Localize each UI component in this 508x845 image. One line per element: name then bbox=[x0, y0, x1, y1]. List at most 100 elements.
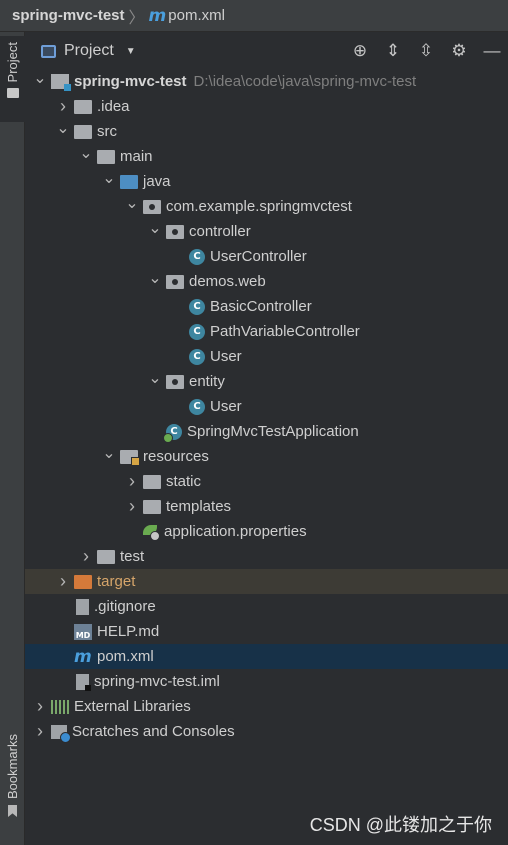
breadcrumb: spring-mvc-test 〉 m pom.xml bbox=[0, 0, 508, 32]
tree-row[interactable]: ›.gitignore bbox=[25, 594, 508, 619]
folder-icon bbox=[143, 499, 161, 514]
chevron-right-icon[interactable]: › bbox=[125, 496, 139, 516]
tree-row[interactable]: ⌄ controller bbox=[25, 219, 508, 244]
panel-title[interactable]: Project bbox=[64, 42, 114, 60]
tree-row[interactable]: ⌄ com.example.springmvctest bbox=[25, 194, 508, 219]
bookmarks-tool-tab[interactable]: Bookmarks bbox=[0, 734, 25, 817]
tree-row[interactable]: ›CUserController bbox=[25, 244, 508, 269]
expand-all-icon[interactable]: ⇕ bbox=[383, 41, 403, 61]
tree-row[interactable]: ›CUser bbox=[25, 344, 508, 369]
chevron-right-icon[interactable]: › bbox=[125, 471, 139, 491]
package-icon bbox=[166, 374, 184, 389]
tree-item-label: HELP.md bbox=[97, 623, 160, 640]
package-icon bbox=[166, 274, 184, 289]
chevron-down-icon[interactable]: ⌄ bbox=[148, 370, 162, 387]
tree-row[interactable]: ›CBasicController bbox=[25, 294, 508, 319]
tree-row[interactable]: › .idea bbox=[25, 94, 508, 119]
tree-row[interactable]: ›MDHELP.md bbox=[25, 619, 508, 644]
tree-row[interactable]: ⌄ main bbox=[25, 144, 508, 169]
class-icon: C bbox=[189, 323, 205, 340]
panel-toolbar: ⊕ ⇕ ⇳ ⚙ — bbox=[350, 32, 502, 70]
chevron-down-icon[interactable]: ⌄ bbox=[79, 145, 93, 162]
chevron-down-icon[interactable]: ⌄ bbox=[148, 220, 162, 237]
tree-row[interactable]: ⌄ resources bbox=[25, 444, 508, 469]
tree-item-label: resources bbox=[143, 448, 209, 465]
tree-row[interactable]: › Scratches and Consoles bbox=[25, 719, 508, 744]
spring-boot-class-icon: C bbox=[163, 423, 182, 443]
chevron-right-icon[interactable]: › bbox=[56, 571, 70, 591]
tree-item-label: application.properties bbox=[164, 523, 307, 540]
module-icon bbox=[51, 74, 71, 91]
tree-row[interactable]: › static bbox=[25, 469, 508, 494]
class-icon: C bbox=[189, 248, 205, 265]
project-view-icon bbox=[41, 44, 56, 58]
tree-item-label: pom.xml bbox=[97, 648, 154, 665]
project-tab-label: Project bbox=[5, 42, 20, 83]
tree-item-label: entity bbox=[189, 373, 225, 390]
tree-row[interactable]: ›spring-mvc-test.iml bbox=[25, 669, 508, 694]
chevron-down-icon[interactable]: ⌄ bbox=[33, 70, 47, 87]
tree-row[interactable]: ⌄ demos.web bbox=[25, 269, 508, 294]
project-tool-tab[interactable]: Project bbox=[0, 36, 25, 122]
tree-row[interactable]: › templates bbox=[25, 494, 508, 519]
breadcrumb-file[interactable]: pom.xml bbox=[168, 7, 225, 24]
folder-icon bbox=[97, 149, 115, 164]
tree-row[interactable]: › target bbox=[25, 569, 508, 594]
breadcrumb-project[interactable]: spring-mvc-test bbox=[12, 7, 125, 24]
markdown-icon: MD bbox=[74, 623, 92, 640]
tree-item-label: demos.web bbox=[189, 273, 266, 290]
chevron-down-icon[interactable]: ⌄ bbox=[102, 445, 116, 462]
tree-item-label: controller bbox=[189, 223, 251, 240]
ignore-file-icon bbox=[76, 598, 89, 615]
chevron-right-icon[interactable]: › bbox=[33, 721, 47, 741]
chevron-right-icon[interactable]: › bbox=[56, 96, 70, 116]
tree-row[interactable]: ›CUser bbox=[25, 394, 508, 419]
tree-item-label: spring-mvc-test.iml bbox=[94, 673, 220, 690]
tree-row[interactable]: ⌄ spring-mvc-test D:\idea\code\java\spring… bbox=[25, 69, 508, 94]
tree-row[interactable]: ›CPathVariableController bbox=[25, 319, 508, 344]
excluded-folder-icon bbox=[74, 574, 92, 589]
tree-row[interactable]: ›mpom.xml bbox=[25, 644, 508, 669]
chevron-right-icon[interactable]: › bbox=[33, 696, 47, 716]
minimize-icon[interactable]: — bbox=[482, 41, 502, 61]
bookmarks-tab-label: Bookmarks bbox=[5, 733, 20, 799]
locate-icon[interactable]: ⊕ bbox=[350, 41, 370, 61]
collapse-all-icon[interactable]: ⇳ bbox=[416, 41, 436, 61]
chevron-down-icon[interactable]: ⌄ bbox=[148, 270, 162, 287]
source-folder-icon bbox=[120, 174, 138, 189]
tree-item-label: SpringMvcTestApplication bbox=[187, 423, 359, 440]
tree-item-label: test bbox=[120, 548, 145, 565]
chevron-down-icon[interactable]: ⌄ bbox=[102, 170, 116, 187]
class-icon: C bbox=[189, 298, 205, 315]
tree-row[interactable]: › External Libraries bbox=[25, 694, 508, 719]
tree-item-label: External Libraries bbox=[74, 698, 191, 715]
class-icon: C bbox=[189, 348, 205, 365]
tree-item-label: com.example.springmvctest bbox=[166, 198, 352, 215]
tree-item-label: User bbox=[210, 348, 242, 365]
tree-row[interactable]: ⌄ src bbox=[25, 119, 508, 144]
tree-row[interactable]: ›application.properties bbox=[25, 519, 508, 544]
gear-icon[interactable]: ⚙ bbox=[449, 41, 469, 61]
tree-row[interactable]: ⌄ java bbox=[25, 169, 508, 194]
package-icon bbox=[143, 199, 161, 214]
chevron-down-icon[interactable]: ⌄ bbox=[56, 120, 70, 137]
tree-item-label: User bbox=[210, 398, 242, 415]
folder-icon bbox=[6, 88, 19, 99]
resources-folder-icon bbox=[120, 449, 140, 466]
tree-item-label: spring-mvc-test bbox=[74, 73, 187, 90]
chevron-down-icon[interactable]: ⌄ bbox=[125, 195, 139, 212]
tree-row[interactable]: › test bbox=[25, 544, 508, 569]
watermark: CSDN @此镂加之于你 bbox=[309, 815, 492, 835]
tree-item-label: main bbox=[120, 148, 153, 165]
chevron-right-icon[interactable]: › bbox=[79, 546, 93, 566]
breadcrumb-separator: 〉 bbox=[128, 9, 145, 27]
libraries-icon bbox=[51, 699, 69, 714]
class-icon: C bbox=[189, 398, 205, 415]
tree-row[interactable]: ⌄ entity bbox=[25, 369, 508, 394]
tree-item-label: templates bbox=[166, 498, 232, 515]
tree-row[interactable]: ›CSpringMvcTestApplication bbox=[25, 419, 508, 444]
tree-item-label: PathVariableController bbox=[210, 323, 360, 340]
properties-file-icon bbox=[143, 524, 160, 541]
chevron-down-icon[interactable]: ▼ bbox=[126, 46, 136, 57]
folder-icon bbox=[74, 99, 92, 114]
